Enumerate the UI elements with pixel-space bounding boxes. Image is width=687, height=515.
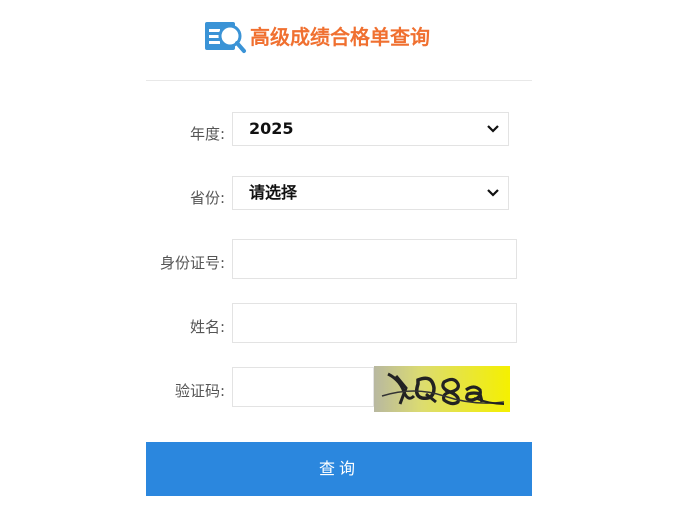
chevron-down-icon [487,125,499,133]
year-select-value: 2025 [249,119,294,138]
captcha-input[interactable] [232,367,374,407]
search-document-icon [204,20,248,54]
year-label: 年度: [189,125,225,143]
header-divider [146,80,532,81]
province-select-value: 请选择 [249,183,298,202]
captcha-label: 验证码: [174,382,225,400]
province-select[interactable]: 请选择 [232,176,509,210]
name-label: 姓名: [189,318,225,336]
id-number-label: 身份证号: [159,254,225,272]
page-header: 高级成绩合格单查询 [0,0,687,82]
name-input[interactable] [232,303,517,343]
chevron-down-icon [487,189,499,197]
year-select[interactable]: 2025 [232,112,509,146]
province-label: 省份: [189,189,225,207]
id-number-input[interactable] [232,239,517,279]
captcha-image[interactable] [374,366,510,412]
page-title: 高级成绩合格单查询 [250,25,430,49]
query-button[interactable]: 查询 [146,442,532,496]
